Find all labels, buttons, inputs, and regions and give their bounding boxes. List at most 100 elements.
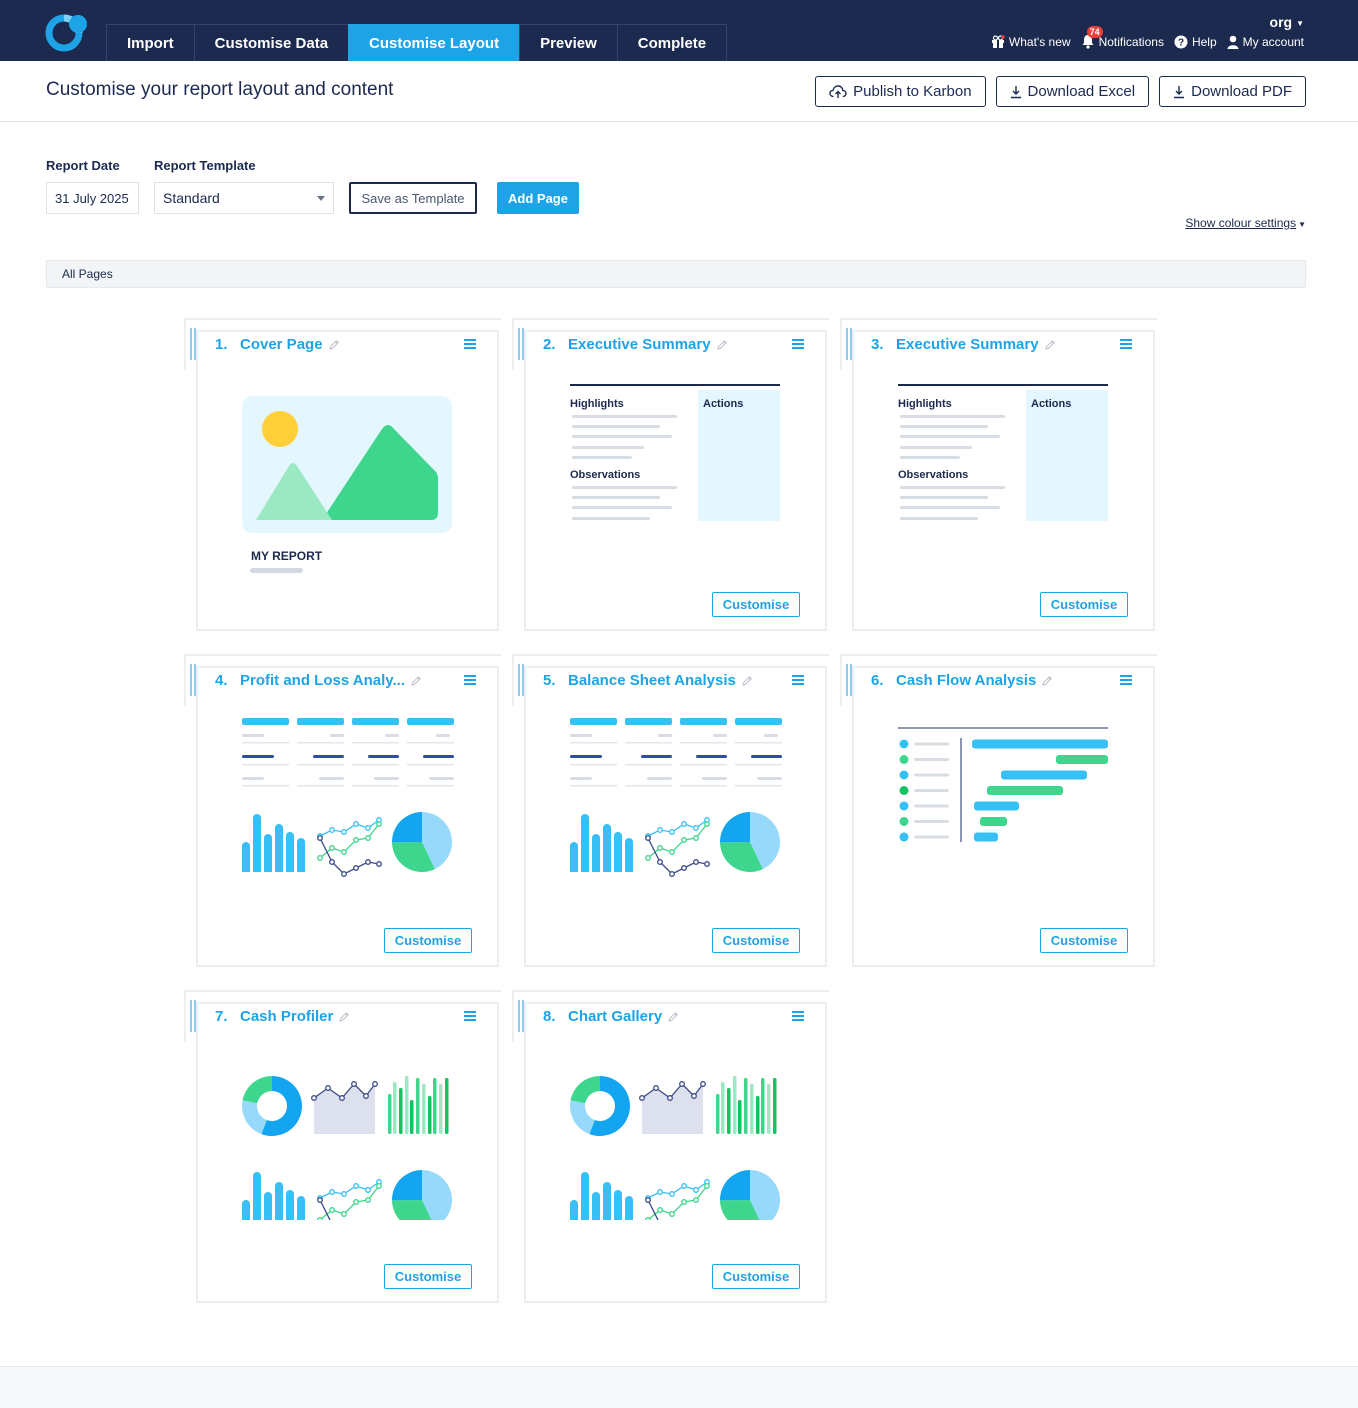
tab-customise-layout[interactable]: Customise Layout <box>348 24 520 61</box>
page-card[interactable]: 2. Executive Summary Highlights Actions … <box>512 318 829 633</box>
show-colour-settings-link[interactable]: Show colour settings ▼ <box>1185 216 1306 230</box>
card-title[interactable]: Cash Flow Analysis <box>896 672 1053 689</box>
card-title[interactable]: Profit and Loss Analy... <box>240 672 422 689</box>
my-account-link[interactable]: My account <box>1227 34 1304 49</box>
help-icon: ? <box>1174 35 1188 48</box>
analysis-thumbnail <box>242 718 454 877</box>
pencil-edit-icon[interactable] <box>338 1011 350 1023</box>
hamburger-menu-icon[interactable] <box>464 1011 476 1021</box>
footer <box>0 1366 1358 1408</box>
card-title[interactable]: Balance Sheet Analysis <box>568 672 753 689</box>
donut-segment <box>242 1076 272 1104</box>
card-frame <box>840 654 842 706</box>
hamburger-menu-icon[interactable] <box>792 339 804 349</box>
customise-button[interactable]: Customise <box>712 592 800 617</box>
report-date-input[interactable]: 31 July 2025 <box>46 182 139 214</box>
card-frame <box>184 654 186 706</box>
help-link[interactable]: ? Help <box>1174 34 1217 49</box>
page-card[interactable]: 8. Chart Gallery Customise <box>512 990 829 1305</box>
pie-slice <box>720 812 750 843</box>
mini-area-chart <box>639 1081 706 1134</box>
customise-button[interactable]: Customise <box>712 1264 800 1289</box>
card-frame <box>184 990 186 1042</box>
cover-page-thumbnail: MY REPORT <box>242 396 452 563</box>
drag-handle-icon[interactable] <box>846 328 852 360</box>
publish-label: Publish to Karbon <box>853 83 972 100</box>
hamburger-menu-icon[interactable] <box>792 1011 804 1021</box>
all-pages-bar[interactable]: All Pages <box>46 260 1306 288</box>
mini-bar <box>625 838 633 872</box>
drag-handle-icon[interactable] <box>190 328 196 360</box>
mini-line-chart <box>645 1179 710 1220</box>
app-logo[interactable] <box>44 12 92 52</box>
page-card[interactable]: 1. Cover Page MY REPORT <box>184 318 501 633</box>
customise-button[interactable]: Customise <box>1040 928 1128 953</box>
tab-customise-data[interactable]: Customise Data <box>193 24 349 61</box>
mini-bar <box>581 1172 589 1220</box>
pencil-edit-icon[interactable] <box>328 339 340 351</box>
executive-summary-thumbnail: Highlights Actions Observations <box>570 384 780 521</box>
drag-handle-icon[interactable] <box>190 1000 196 1032</box>
chevron-down-icon: ▼ <box>1298 220 1306 229</box>
main-nav-tabs: Import Customise Data Customise Layout P… <box>106 24 728 61</box>
pencil-edit-icon[interactable] <box>667 1011 679 1023</box>
tab-import[interactable]: Import <box>106 24 194 61</box>
pencil-edit-icon[interactable] <box>1044 339 1056 351</box>
mini-bar <box>388 1094 392 1134</box>
download-excel-button[interactable]: Download Excel <box>995 76 1150 107</box>
customise-button[interactable]: Customise <box>384 928 472 953</box>
drag-handle-icon[interactable] <box>518 1000 524 1032</box>
report-template-select[interactable]: Standard <box>154 182 334 214</box>
hamburger-menu-icon[interactable] <box>1120 339 1132 349</box>
card-title[interactable]: Chart Gallery <box>568 1008 679 1025</box>
page-card[interactable]: 6. Cash Flow Analysis Customise <box>840 654 1157 969</box>
customise-button[interactable]: Customise <box>1040 592 1128 617</box>
card-title[interactable]: Cover Page <box>240 336 340 353</box>
page-card[interactable]: 4. Profit and Loss Analy... Customise <box>184 654 501 969</box>
drag-handle-icon[interactable] <box>846 664 852 696</box>
download-pdf-button[interactable]: Download PDF <box>1159 76 1306 107</box>
legend-dot <box>899 801 909 811</box>
hamburger-menu-icon[interactable] <box>464 675 476 685</box>
page-card[interactable]: 3. Executive Summary Highlights Actions … <box>840 318 1157 633</box>
mini-bar-chart <box>570 814 633 872</box>
page-card[interactable]: 7. Cash Profiler Customise <box>184 990 501 1305</box>
org-switcher[interactable]: org ▼ <box>1270 14 1304 30</box>
card-title[interactable]: Executive Summary <box>568 336 728 353</box>
hamburger-menu-icon[interactable] <box>792 675 804 685</box>
card-frame <box>840 318 1157 320</box>
publish-to-karbon-button[interactable]: Publish to Karbon <box>815 76 986 107</box>
pencil-edit-icon[interactable] <box>1041 675 1053 687</box>
customise-button[interactable]: Customise <box>384 1264 472 1289</box>
add-page-button[interactable]: Add Page <box>497 182 579 214</box>
pencil-edit-icon[interactable] <box>410 675 422 687</box>
drag-handle-icon[interactable] <box>518 328 524 360</box>
card-title-text: Cash Flow Analysis <box>896 672 1037 689</box>
hamburger-menu-icon[interactable] <box>1120 675 1132 685</box>
drag-handle-icon[interactable] <box>518 664 524 696</box>
pencil-edit-icon[interactable] <box>716 339 728 351</box>
whats-new-link[interactable]: What's new <box>991 34 1071 49</box>
mini-bar <box>592 1192 600 1220</box>
mini-bar <box>614 832 622 872</box>
mini-bar <box>410 1100 414 1134</box>
page-card[interactable]: 5. Balance Sheet Analysis Customise <box>512 654 829 969</box>
save-as-template-button[interactable]: Save as Template <box>349 182 477 214</box>
card-frame <box>512 990 829 992</box>
card-number: 5. <box>543 672 556 689</box>
legend-line <box>914 789 949 792</box>
card-number: 3. <box>871 336 884 353</box>
drag-handle-icon[interactable] <box>190 664 196 696</box>
card-title[interactable]: Cash Profiler <box>240 1008 350 1025</box>
mini-bar <box>592 834 600 872</box>
customise-button[interactable]: Customise <box>712 928 800 953</box>
pencil-edit-icon[interactable] <box>741 675 753 687</box>
card-title[interactable]: Executive Summary <box>896 336 1056 353</box>
mini-table <box>242 718 454 787</box>
tab-complete[interactable]: Complete <box>616 24 728 61</box>
org-name: org <box>1269 14 1293 30</box>
notifications-link[interactable]: 74 Notifications <box>1081 26 1164 49</box>
tab-preview[interactable]: Preview <box>519 24 617 61</box>
summary-top-rule <box>898 384 1108 386</box>
hamburger-menu-icon[interactable] <box>464 339 476 349</box>
